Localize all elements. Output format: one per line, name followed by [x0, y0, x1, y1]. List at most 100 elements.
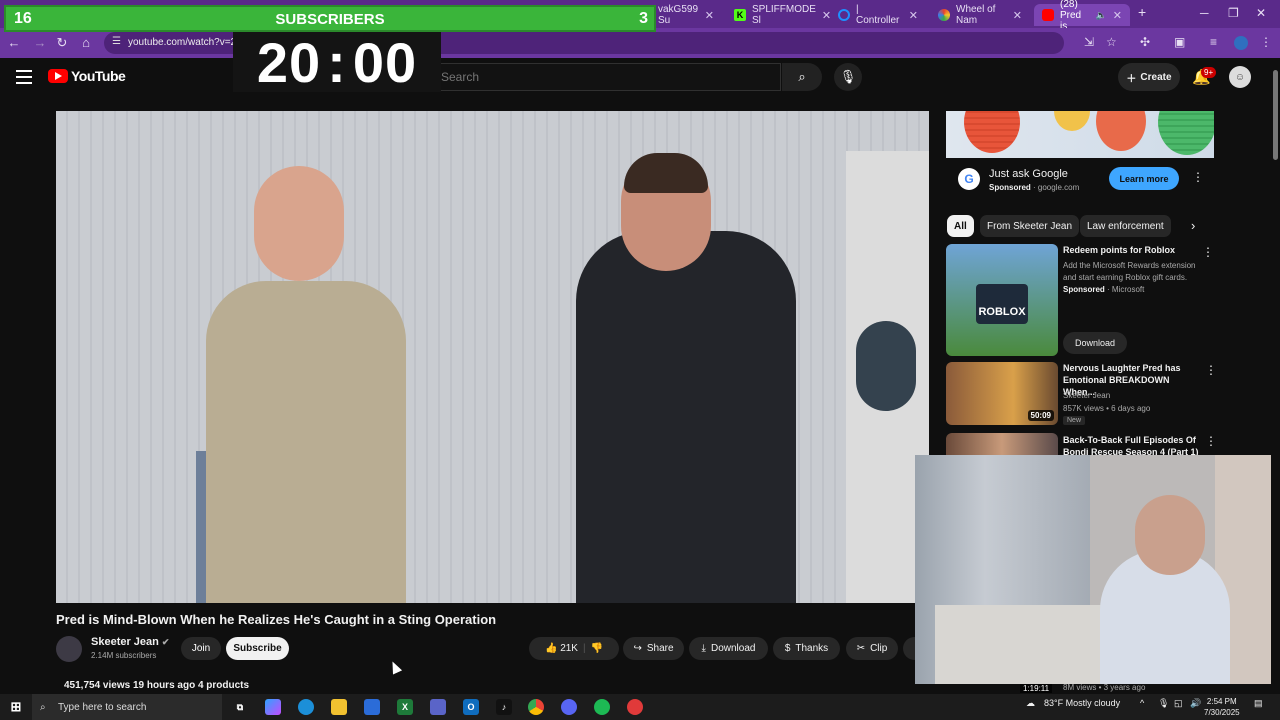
tab-4-label: Wheel of Nam — [956, 4, 996, 26]
chip-from-channel[interactable]: From Skeeter Jean — [980, 215, 1080, 237]
weather-text[interactable]: 83°F Mostly cloudy — [1044, 698, 1120, 708]
taskbar-search[interactable]: ⌕ Type here to search — [32, 694, 222, 720]
chevron-right-icon[interactable]: › — [1191, 218, 1195, 233]
weather-icon[interactable]: ☁ — [1026, 698, 1035, 709]
video-player[interactable] — [56, 111, 929, 603]
more-actions-button[interactable] — [903, 637, 915, 660]
page-scrollbar[interactable] — [1271, 58, 1280, 694]
spotify-icon[interactable] — [594, 699, 610, 715]
copilot-icon[interactable] — [265, 699, 281, 715]
collections-icon[interactable]: ≡ — [1210, 35, 1217, 49]
recommendation-title-line-2[interactable]: Bondi Rescue Season 4 (Part 1) — [1063, 446, 1201, 455]
browser-tab-active[interactable]: (28) Pred is 🔈 ✕ — [1034, 0, 1130, 32]
back-icon[interactable]: ← — [6, 35, 22, 50]
ad-banner-image[interactable] — [946, 111, 1214, 158]
close-icon[interactable]: ✕ — [1013, 9, 1022, 22]
learn-more-button[interactable]: Learn more — [1109, 167, 1179, 190]
close-icon[interactable]: ✕ — [705, 9, 714, 22]
discord-icon[interactable] — [561, 699, 577, 715]
search-button[interactable]: ⌕ — [782, 63, 822, 91]
restore-icon[interactable]: ❐ — [1228, 6, 1239, 20]
file-explorer-icon[interactable] — [331, 699, 347, 715]
app-icon[interactable] — [627, 699, 643, 715]
chip-all[interactable]: All — [947, 215, 974, 237]
like-button[interactable]: 👍 21K — [545, 643, 578, 654]
recommendation-options-kebab-icon[interactable]: ⋮ — [1205, 434, 1217, 448]
window-close-icon[interactable]: ✕ — [1256, 6, 1266, 20]
notification-center-icon[interactable]: ▤ — [1254, 698, 1263, 709]
edge-icon[interactable] — [298, 699, 314, 715]
new-tab-button[interactable]: + — [1138, 4, 1146, 20]
scrollbar-thumb[interactable] — [1273, 70, 1278, 160]
clip-button[interactable]: ✂ Clip — [846, 637, 898, 660]
channel-name[interactable]: Skeeter Jean ✔ — [91, 636, 169, 648]
recommendation-options-kebab-icon[interactable]: ⋮ — [1205, 363, 1217, 377]
extensions-icon[interactable]: ✣ — [1140, 35, 1150, 49]
bookmark-star-icon[interactable]: ☆ — [1106, 35, 1117, 49]
screen: vakG599 Su ✕ K SPLIFFMODE Sl ✕ | Control… — [0, 0, 1280, 720]
recommendation-desc-line-2: and start earning Roblox gift cards. — [1063, 273, 1188, 282]
minimize-icon[interactable]: ─ — [1200, 6, 1209, 20]
xbox-icon[interactable]: X — [397, 699, 413, 715]
recommendation-channel[interactable]: Skeeter Jean — [1063, 390, 1110, 402]
store-icon[interactable] — [364, 699, 380, 715]
forward-icon[interactable]: → — [32, 35, 48, 50]
voice-search-button[interactable]: 🎙 — [834, 63, 862, 91]
video-views-line[interactable]: 451,754 views 19 hours ago 4 products — [64, 680, 249, 691]
thanks-icon: $ — [784, 643, 791, 654]
profile-avatar[interactable] — [1234, 36, 1248, 50]
browser-tab-4[interactable]: Wheel of Nam ✕ — [930, 4, 1030, 26]
recommendation-thumbnail-roblox[interactable]: ROBLOX — [946, 244, 1058, 356]
taskbar-clock[interactable]: 2:54 PM 7/30/2025 — [1204, 696, 1240, 718]
ad-domain: google.com — [1037, 183, 1080, 192]
ad-title[interactable]: Just ask Google — [989, 168, 1068, 180]
search-box[interactable] — [430, 63, 781, 91]
join-button[interactable]: Join — [181, 637, 221, 660]
outlook-icon[interactable]: O — [463, 699, 479, 715]
task-view-icon[interactable]: ⧉ — [232, 699, 248, 715]
speaker-icon[interactable]: 🔈 — [1096, 10, 1107, 21]
search-input[interactable] — [431, 64, 780, 90]
close-icon[interactable]: ✕ — [909, 9, 918, 22]
youtube-logo[interactable]: YouTube — [48, 68, 126, 84]
download-button[interactable]: ⤓ Download — [689, 637, 768, 660]
recommendation-download-button[interactable]: Download — [1063, 332, 1127, 354]
recommendation-thumbnail[interactable]: 50:09 — [946, 362, 1058, 425]
tiktok-icon[interactable]: ♪ — [496, 699, 512, 715]
recommendation-options-kebab-icon[interactable]: ⋮ — [1202, 245, 1214, 259]
ad-options-kebab-icon[interactable]: ⋮ — [1192, 170, 1204, 184]
share-button[interactable]: ↪ Share — [623, 637, 684, 660]
recommendation-title-line-1[interactable]: Nervous Laughter Pred has — [1063, 362, 1201, 374]
mic-tray-icon[interactable]: 🎙 — [1158, 698, 1169, 709]
browser-tab-2[interactable]: K SPLIFFMODE Sl ✕ — [726, 4, 831, 26]
network-icon[interactable]: ◱ — [1174, 698, 1183, 709]
home-icon[interactable]: ⌂ — [78, 35, 94, 50]
menu-kebab-icon[interactable]: ⋮ — [1260, 35, 1272, 49]
volume-icon[interactable]: 🔊 — [1190, 698, 1201, 709]
tray-chevron-icon[interactable]: ^ — [1140, 698, 1144, 708]
close-icon[interactable]: ✕ — [1113, 9, 1122, 22]
account-avatar[interactable]: ☺ — [1229, 66, 1251, 88]
countdown-timer: 20 : 00 — [233, 31, 441, 94]
site-info-icon[interactable]: ☰ — [112, 36, 121, 47]
browser-tab-3[interactable]: | Controller ✕ — [830, 4, 926, 26]
chrome-icon[interactable] — [528, 699, 544, 715]
install-app-icon[interactable]: ⇲ — [1084, 35, 1094, 49]
hamburger-menu-icon[interactable] — [16, 70, 32, 88]
download-label: Download — [710, 643, 756, 654]
split-view-icon[interactable]: ▣ — [1174, 35, 1185, 49]
thanks-button[interactable]: $ Thanks — [773, 637, 840, 660]
windows-start-icon[interactable]: ⊞ — [8, 699, 24, 715]
browser-tab-1[interactable]: vakG599 Su ✕ — [650, 4, 722, 26]
like-count: 21K — [560, 643, 578, 654]
subscribe-button[interactable]: Subscribe — [226, 637, 289, 660]
recommendation-thumbnail[interactable] — [946, 433, 1058, 455]
chip-law-enforcement[interactable]: Law enforcement — [1080, 215, 1171, 237]
create-button[interactable]: ＋ Create — [1118, 63, 1180, 91]
reload-icon[interactable]: ↻ — [54, 35, 70, 51]
recommendation-title-line-1[interactable]: Back-To-Back Full Episodes Of — [1063, 434, 1201, 446]
recommendation-title[interactable]: Redeem points for Roblox — [1063, 244, 1201, 256]
dislike-button[interactable]: 👎 — [591, 643, 603, 654]
channel-avatar[interactable] — [56, 636, 82, 662]
app-icon[interactable] — [430, 699, 446, 715]
